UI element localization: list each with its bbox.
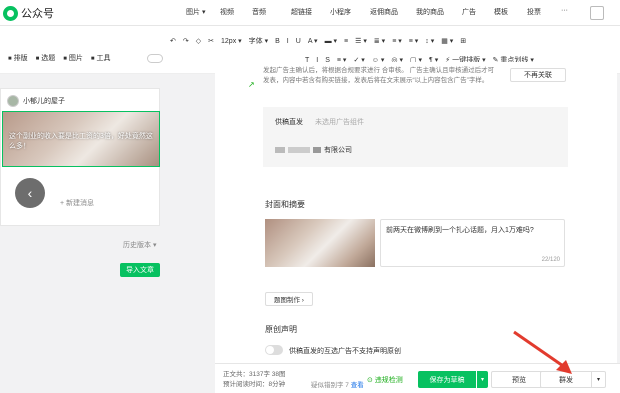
toolbar-tool-1[interactable]: ↷ bbox=[183, 37, 189, 45]
topic-button[interactable]: 选题 bbox=[36, 53, 55, 63]
nav-item-8[interactable]: 模板 bbox=[494, 7, 508, 17]
cover-image[interactable] bbox=[265, 219, 375, 267]
toolbar-tool-13[interactable]: ≣ ▾ bbox=[374, 37, 385, 45]
history-version-link[interactable]: 历史版本 ▾ bbox=[123, 240, 156, 250]
company-name: 有限公司 bbox=[324, 147, 352, 154]
logo-icon bbox=[3, 5, 18, 21]
top-bar: 公众号 图片 ▾ 视频 音频 超链接 小程序 返佣商品 我的商品 广告 模板 投票 ··· bbox=[0, 0, 620, 26]
redacted-block bbox=[288, 147, 310, 153]
nav-item-4[interactable]: 小程序 bbox=[330, 7, 351, 17]
cover-crop-button[interactable]: 题图制作 › bbox=[265, 292, 313, 306]
typo-info: 疑似错别字 7 查看 bbox=[311, 379, 364, 389]
toolbar-tool-7[interactable]: I bbox=[287, 38, 289, 45]
nav-item-10[interactable]: ··· bbox=[561, 7, 568, 14]
toolbar-toggle[interactable] bbox=[147, 54, 163, 63]
violation-check-button[interactable]: ⊙ 违规检测 bbox=[367, 375, 403, 385]
toolbar-tool-18[interactable]: ⊞ bbox=[460, 37, 466, 45]
save-draft-dropdown[interactable]: ▾ bbox=[477, 371, 488, 388]
nav-item-7[interactable]: 广告 bbox=[462, 7, 476, 17]
import-article-button[interactable]: 导入文章 bbox=[120, 263, 160, 277]
layout-button[interactable]: 排版 bbox=[8, 53, 28, 63]
typo-view-link[interactable]: 查看 bbox=[351, 382, 364, 389]
typo-count: 疑似错别字 7 bbox=[311, 382, 349, 389]
cover-section-title: 封面和摘要 bbox=[265, 200, 305, 209]
redacted-block bbox=[275, 147, 285, 153]
summary-textarea[interactable]: 前两天在微博刷到一个扎心话题，月入1万难吗? 22/120 bbox=[380, 219, 565, 267]
unlink-button[interactable]: 不再关联 bbox=[510, 68, 566, 82]
editor-settings: ↗ 发起广告主确认后，将根据合规要求进行 合审核。 广告主确认且审核通过后才可发… bbox=[215, 62, 617, 363]
company-row: 有限公司 bbox=[275, 145, 352, 155]
save-draft-button[interactable]: 保存为草稿 bbox=[418, 371, 476, 388]
toolbar-tool-9[interactable]: A ▾ bbox=[308, 37, 318, 45]
original-toggle[interactable] bbox=[265, 345, 283, 355]
side-tool-buttons: 排版 选题 图片 工具 bbox=[8, 53, 111, 63]
toolbar-tool-14[interactable]: ≡ ▾ bbox=[392, 37, 402, 45]
article-thumbnail[interactable]: 这个副业的收入要是比工资的3倍，好处竟然这么多！ bbox=[2, 111, 160, 167]
back-arrow-icon[interactable]: ‹ bbox=[15, 178, 45, 208]
toolbar-tool-5[interactable]: 字体 ▾ bbox=[249, 36, 268, 46]
toolbar-tool-15[interactable]: ≡ ▾ bbox=[409, 37, 419, 45]
toolbar-tool-16[interactable]: ↕ ▾ bbox=[425, 37, 434, 45]
image-button[interactable]: 图片 bbox=[63, 53, 83, 63]
toolbar-tool-4[interactable]: 12px ▾ bbox=[221, 37, 242, 45]
original-notice: 供稿直发的互选广告不支持声明原创 bbox=[289, 348, 401, 355]
supply-title: 供稿直发 bbox=[275, 119, 303, 126]
redacted-block bbox=[313, 147, 321, 153]
toolbar-tool-6[interactable]: B bbox=[275, 38, 280, 45]
summary-text: 前两天在微博刷到一个扎心话题，月入1万难吗? bbox=[386, 227, 534, 234]
toolbar-tool-3[interactable]: ✂ bbox=[208, 37, 214, 45]
nav-item-6[interactable]: 我的商品 bbox=[416, 7, 444, 17]
logo: 公众号 bbox=[3, 5, 54, 21]
word-count: 正文共：3137字 38图 bbox=[223, 371, 286, 378]
nav-item-1[interactable]: 视频 bbox=[220, 7, 234, 17]
red-arrow-icon bbox=[513, 330, 572, 374]
toolbar-tool-8[interactable]: U bbox=[296, 38, 301, 45]
new-message-button[interactable]: + 新建消息 bbox=[60, 198, 94, 208]
toolbar-tool-10[interactable]: ▬ ▾ bbox=[325, 37, 337, 45]
account-name: 小郁儿的屋子 bbox=[23, 98, 65, 105]
tools-button[interactable]: 工具 bbox=[91, 53, 111, 63]
nav-item-5[interactable]: 返佣商品 bbox=[370, 7, 398, 17]
mass-send-dropdown[interactable]: ▾ bbox=[592, 371, 606, 388]
toolbar-tool-17[interactable]: ▦ ▾ bbox=[441, 37, 453, 45]
ad-notice: 发起广告主确认后，将根据合规要求进行 合审核。 广告主确认且审核通过后才可发表，… bbox=[263, 67, 495, 84]
nav-item-0[interactable]: 图片 ▾ bbox=[186, 7, 205, 17]
toolbar-tool-12[interactable]: ☰ ▾ bbox=[355, 37, 367, 45]
toolbar-tool-2[interactable]: ◇ bbox=[196, 37, 201, 45]
summary-counter: 22/120 bbox=[541, 257, 560, 263]
read-time: 预计阅读时间：8分钟 bbox=[223, 381, 286, 388]
toolbar-tool-0[interactable]: ↶ bbox=[170, 37, 176, 45]
app-title: 公众号 bbox=[21, 8, 54, 20]
nav-item-9[interactable]: 投票 bbox=[527, 7, 541, 17]
toolbar-tool-11[interactable]: ≡ bbox=[344, 38, 348, 45]
supply-subtitle: 未选用广告组件 bbox=[315, 119, 364, 126]
avatar bbox=[7, 95, 19, 107]
original-section-title: 原创声明 bbox=[265, 325, 297, 334]
article-stats: 正文共：3137字 38图 预计阅读时间：8分钟 bbox=[223, 370, 286, 390]
article-thumb-title: 这个副业的收入要是比工资的3倍，好处竟然这么多！ bbox=[9, 133, 153, 150]
nav-item-3[interactable]: 超链接 bbox=[291, 7, 312, 17]
account-row: 小郁儿的屋子 bbox=[7, 95, 65, 107]
ad-icon: ↗ bbox=[248, 80, 255, 89]
supply-box: 供稿直发 未选用广告组件 有限公司 bbox=[263, 107, 568, 167]
phone-preview-icon[interactable] bbox=[590, 6, 604, 20]
nav-item-2[interactable]: 音频 bbox=[252, 7, 266, 17]
